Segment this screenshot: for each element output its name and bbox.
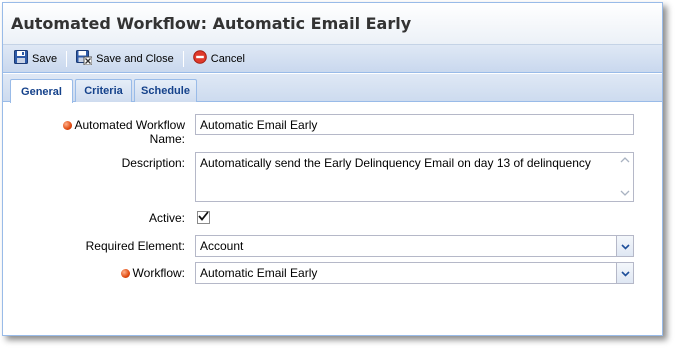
description-scrollbar[interactable] bbox=[619, 155, 631, 199]
save-button[interactable]: Save bbox=[11, 49, 60, 69]
save-and-close-button[interactable]: Save and Close bbox=[73, 49, 177, 69]
description-label: Description: bbox=[121, 156, 185, 170]
workflow-label: Workflow: bbox=[23, 266, 185, 280]
general-form: Automated Workflow Name: Automatic Email… bbox=[3, 103, 662, 335]
required-element-dropdown-button[interactable] bbox=[616, 236, 633, 256]
window-titlebar: Automated Workflow: Automatic Email Earl… bbox=[3, 3, 662, 45]
workflow-dropdown-button[interactable] bbox=[616, 263, 633, 283]
active-checkbox[interactable] bbox=[197, 211, 210, 224]
window-title: Automated Workflow: Automatic Email Earl… bbox=[11, 14, 412, 33]
checkmark-icon bbox=[198, 211, 209, 224]
toolbar-separator bbox=[182, 50, 184, 67]
save-and-close-label: Save and Close bbox=[96, 52, 174, 65]
tab-criteria[interactable]: Criteria bbox=[75, 79, 132, 102]
cancel-label: Cancel bbox=[210, 52, 245, 65]
required-indicator-icon bbox=[120, 269, 130, 278]
description-field[interactable]: Automatically send the Early Delinquency… bbox=[195, 152, 634, 202]
required-element-label: Required Element: bbox=[85, 239, 185, 253]
save-label: Save bbox=[32, 52, 58, 65]
required-element-value: Account bbox=[200, 239, 244, 253]
workflow-value: Automatic Email Early bbox=[200, 266, 318, 280]
cancel-button[interactable]: Cancel bbox=[190, 49, 248, 69]
tab-general[interactable]: General bbox=[10, 79, 73, 103]
workflow-window: Automated Workflow: Automatic Email Earl… bbox=[2, 2, 663, 336]
workflow-name-label: Automated Workflow Name: bbox=[23, 118, 185, 146]
scroll-up-icon bbox=[620, 155, 630, 165]
floppy-disk-icon bbox=[14, 50, 28, 67]
scroll-down-icon bbox=[620, 189, 630, 199]
workflow-label-text: Workflow: bbox=[132, 266, 185, 280]
description-text: Automatically send the Early Delinquency… bbox=[200, 156, 591, 170]
required-indicator-icon bbox=[62, 121, 72, 130]
toolbar: Save Save and Close Cancel bbox=[3, 45, 662, 73]
chevron-down-icon bbox=[620, 266, 630, 280]
required-element-select[interactable]: Account bbox=[195, 235, 634, 257]
workflow-name-label-line1: Automated Workflow bbox=[74, 118, 186, 132]
tab-schedule[interactable]: Schedule bbox=[134, 79, 197, 102]
workflow-select[interactable]: Automatic Email Early bbox=[195, 262, 634, 284]
chevron-down-icon bbox=[620, 239, 630, 253]
workflow-name-label-line2: Name: bbox=[149, 132, 185, 146]
tab-strip: General Criteria Schedule bbox=[3, 74, 662, 103]
workflow-name-field[interactable]: Automatic Email Early bbox=[195, 114, 634, 135]
cancel-icon bbox=[192, 50, 207, 67]
active-label: Active: bbox=[148, 211, 185, 225]
toolbar-separator bbox=[66, 50, 68, 67]
save-and-close-icon bbox=[76, 49, 93, 68]
